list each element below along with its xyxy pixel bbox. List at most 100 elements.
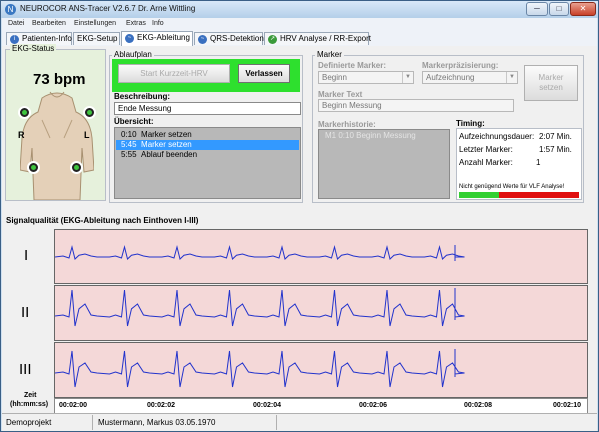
timing-panel: Aufzeichnungsdauer: 2:07 Min. Letzter Ma…: [456, 128, 582, 200]
tab-ekg-ableitung[interactable]: ~ EKG-Ableitung: [121, 31, 193, 46]
time-tick: 00:02:02: [147, 402, 176, 409]
list-item-selected[interactable]: 5:45 Marker setzen: [116, 140, 299, 150]
time-axis: 00:02:00 00:02:02 00:02:04 00:02:06 00:0…: [54, 398, 588, 414]
lead-iii-strip: [54, 342, 588, 398]
ecg-waveform: [55, 288, 465, 327]
chevron-down-icon: ▼: [506, 72, 517, 83]
tab-hrv-analyse[interactable]: ↗ HRV Analyse / RR-Export: [264, 32, 371, 45]
ablaufplan-label: Ablaufplan: [112, 50, 154, 59]
ecg-status-panel: EKG-Status 73 bpm R L: [5, 44, 106, 201]
description-field[interactable]: Ende Messung: [114, 102, 301, 115]
ablaufplan-status-panel: Start Kurzzeit-HRV Verlassen: [112, 59, 300, 92]
electrode-l: [83, 106, 96, 119]
ecg-status-label: EKG-Status: [10, 44, 57, 53]
time-axis-label: Zeit: [24, 392, 37, 399]
patient-icon: i: [10, 35, 19, 44]
tab-ekg-setup[interactable]: EKG-Setup: [73, 32, 120, 45]
app-icon: N: [5, 4, 16, 15]
divider: [276, 415, 277, 430]
list-item[interactable]: M1 0:10 Beginn Messung: [320, 131, 416, 141]
verlassen-button[interactable]: Verlassen: [238, 64, 290, 83]
timing-label: Timing:: [456, 119, 485, 128]
torso-illustration: [20, 91, 94, 200]
project-name: Demoprojekt: [6, 418, 52, 427]
overview-label: Übersicht:: [114, 117, 154, 126]
time-tick: 00:02:00: [59, 402, 88, 409]
last-marker-value: 1:57 Min.: [539, 145, 572, 154]
signal-quality-title: Signalqualität (EKG-Ableitung nach Einth…: [6, 216, 199, 225]
content-area: EKG-Status 73 bpm R L Ablaufplan Start K…: [2, 44, 597, 414]
marker-history-label: Markerhistorie:: [318, 120, 376, 129]
lead-iii-label: III: [19, 361, 32, 378]
marker-precision-select[interactable]: Aufzeichnung ▼: [422, 71, 518, 84]
status-bar: Demoprojekt Mustermann, Markus 03.05.197…: [2, 413, 597, 431]
electrode-lf: [70, 161, 83, 174]
divider: [92, 415, 93, 430]
recording-duration-value: 2:07 Min.: [539, 132, 572, 141]
marker-count-value: 1: [536, 158, 541, 167]
marker-history-list[interactable]: M1 0:10 Beginn Messung: [318, 129, 450, 199]
electrode-rf: [27, 161, 40, 174]
time-tick: 00:02:06: [359, 402, 388, 409]
recording-duration-label: Aufzeichnungsdauer:: [459, 132, 535, 141]
time-tick: 00:02:04: [253, 402, 282, 409]
menu-bar: Datei Bearbeiten Einstellungen Extras In…: [2, 18, 597, 31]
time-axis-unit: (hh:mm:ss): [10, 401, 49, 408]
time-tick: 00:02:10: [553, 402, 582, 409]
marker-precision-label: Markerpräzisierung:: [422, 61, 499, 70]
tab-label: Patienten-Info: [22, 34, 72, 43]
time-tick: 00:02:08: [464, 402, 493, 409]
tab-qrs-detektion[interactable]: ~ QRS-Detektion: [194, 32, 264, 45]
tab-label: EKG-Setup: [77, 34, 118, 43]
ecg-icon: ~: [125, 34, 134, 43]
right-side-label: R: [18, 130, 25, 140]
lead-ii-label: II: [21, 304, 30, 321]
lead-i-strip: [54, 229, 588, 284]
marker-count-label: Anzahl Marker:: [459, 158, 513, 167]
lead-i-trace: [55, 245, 465, 261]
close-button[interactable]: ✕: [570, 2, 596, 16]
tab-bar: i Patienten-Info EKG-Setup ~ EKG-Ableitu…: [2, 31, 597, 47]
defined-marker-label: Definierte Marker:: [318, 61, 387, 70]
menu-extras[interactable]: Extras: [126, 20, 146, 27]
lead-ii-trace: [55, 288, 465, 327]
warning-bar-red: [499, 192, 579, 198]
marker-text-field[interactable]: Beginn Messung: [318, 99, 514, 112]
window-title: NEUROCOR ANS-Tracer V2.6.7 Dr. Arne Witt…: [20, 4, 196, 13]
ecg-waveform: [55, 349, 465, 388]
last-marker-label: Letzter Marker:: [459, 145, 513, 154]
menu-einstellungen[interactable]: Einstellungen: [74, 20, 116, 27]
marker-text-label: Marker Text: [318, 90, 363, 99]
tab-label: HRV Analyse / RR-Export: [280, 34, 371, 43]
description-label: Beschreibung:: [114, 92, 171, 101]
menu-info[interactable]: Info: [152, 20, 164, 27]
list-item[interactable]: 0:10 Marker setzen: [116, 130, 299, 140]
marker-label: Marker: [315, 50, 344, 59]
left-side-label: L: [84, 130, 90, 140]
vlf-warning-text: Nicht genügend Werte für VLF Analyse!: [459, 184, 565, 190]
title-bar: N NEUROCOR ANS-Tracer V2.6.7 Dr. Arne Wi…: [1, 1, 598, 18]
ecg-waveform: [55, 245, 465, 261]
minimize-button[interactable]: ─: [526, 2, 548, 16]
lead-i-label: I: [24, 247, 29, 264]
app-window: N NEUROCOR ANS-Tracer V2.6.7 Dr. Arne Wi…: [0, 0, 599, 432]
electrode-r: [18, 106, 31, 119]
chevron-down-icon: ▼: [402, 72, 413, 83]
warning-bar-green: [459, 192, 499, 198]
patient-name: Mustermann, Markus 03.05.1970: [98, 418, 216, 427]
set-marker-button[interactable]: Marker setzen: [524, 65, 578, 101]
maximize-button[interactable]: □: [549, 2, 569, 16]
heart-rate-value: 73 bpm: [33, 71, 86, 88]
menu-bearbeiten[interactable]: Bearbeiten: [32, 20, 66, 27]
menu-datei[interactable]: Datei: [8, 20, 24, 27]
start-hrv-button[interactable]: Start Kurzzeit-HRV: [118, 64, 230, 83]
lead-iii-trace: [55, 349, 465, 388]
hrv-icon: ↗: [268, 35, 277, 44]
defined-marker-select[interactable]: Beginn ▼: [318, 71, 414, 84]
qrs-icon: ~: [198, 35, 207, 44]
lead-ii-strip: [54, 285, 588, 341]
overview-list[interactable]: 0:10 Marker setzen 5:45 Marker setzen 5:…: [114, 127, 301, 199]
tab-label: EKG-Ableitung: [137, 33, 190, 42]
list-item[interactable]: 5:55 Ablauf beenden: [116, 150, 299, 160]
tab-label: QRS-Detektion: [210, 34, 264, 43]
